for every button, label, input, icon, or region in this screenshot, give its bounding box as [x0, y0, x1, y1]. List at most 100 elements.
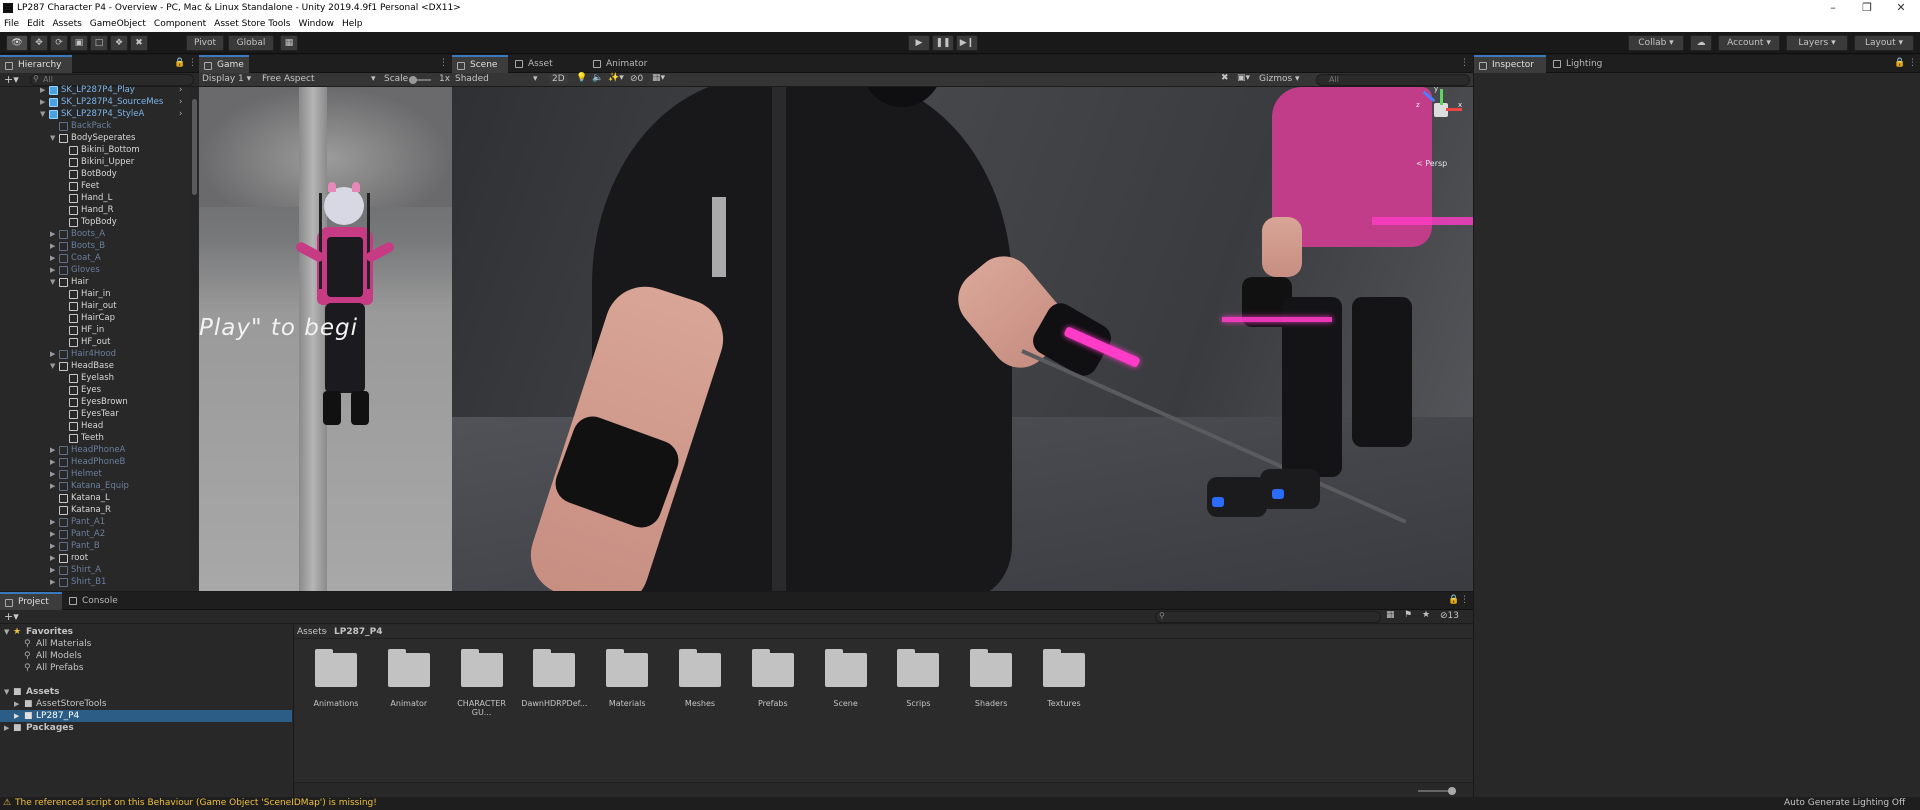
hierarchy-item[interactable]: Bikini_Upper: [0, 156, 190, 168]
hierarchy-scroll-thumb[interactable]: [192, 99, 197, 195]
tab-scene[interactable]: Scene: [452, 55, 508, 73]
menu-asset-store-tools[interactable]: Asset Store Tools: [210, 16, 294, 32]
hierarchy-item[interactable]: HairCap: [0, 312, 190, 324]
shading-dropdown[interactable]: Shaded: [455, 74, 541, 84]
hierarchy-item[interactable]: TopBody: [0, 216, 190, 228]
scale-slider-handle[interactable]: [409, 76, 417, 84]
asset-folder-item[interactable]: Textures: [1029, 647, 1099, 727]
grid-toggle-icon[interactable]: ▦▾: [652, 73, 665, 83]
assets-root[interactable]: ▼ ■ Assets: [0, 686, 292, 698]
tab-inspector[interactable]: Inspector: [1474, 55, 1546, 73]
expand-down-icon[interactable]: ▼: [50, 132, 58, 144]
scene-orientation-gizmo[interactable]: x y z: [1414, 87, 1466, 139]
favorite-item[interactable]: ⚲ All Prefabs: [0, 662, 292, 674]
kebab-menu-icon[interactable]: ⋮: [188, 58, 197, 68]
close-button[interactable]: ✕: [1886, 0, 1916, 16]
expand-right-icon[interactable]: ▶: [40, 84, 48, 96]
maximize-button[interactable]: ❐: [1852, 0, 1882, 16]
hierarchy-item[interactable]: Head: [0, 420, 190, 432]
favorites-header[interactable]: ▼ ★ Favorites: [0, 626, 292, 638]
expand-right-icon[interactable]: ▶: [50, 240, 58, 252]
collab-dropdown[interactable]: Collab ▾: [1628, 35, 1684, 51]
tab-asset-store[interactable]: Asset Store: [510, 55, 584, 87]
asset-folder-item[interactable]: Materials: [592, 647, 662, 727]
hierarchy-scrollbar[interactable]: [191, 87, 198, 589]
chevron-right-icon[interactable]: ›: [179, 108, 182, 120]
minimize-button[interactable]: –: [1818, 0, 1848, 16]
expand-right-icon[interactable]: ▶: [50, 468, 58, 480]
expand-down-icon[interactable]: ▼: [40, 108, 48, 120]
chevron-right-icon[interactable]: ›: [179, 84, 182, 96]
game-viewport[interactable]: Play" to begi: [199, 87, 452, 591]
tab-console[interactable]: Console: [64, 592, 128, 610]
hierarchy-item[interactable]: ▶ Helmet: [0, 468, 190, 480]
create-plus-button[interactable]: +▾: [4, 610, 19, 623]
breadcrumb-current[interactable]: LP287_P4: [334, 625, 382, 639]
menu-window[interactable]: Window: [294, 16, 338, 32]
filter-type-icon[interactable]: ▦: [1386, 610, 1395, 620]
hierarchy-item[interactable]: ▼ SK_LP287P4_StyleA ›: [0, 108, 190, 120]
hierarchy-item[interactable]: Katana_L: [0, 492, 190, 504]
layers-dropdown[interactable]: Layers ▾: [1786, 35, 1848, 51]
rect-tool-button[interactable]: □: [90, 35, 108, 51]
hierarchy-item[interactable]: HF_out: [0, 336, 190, 348]
expand-right-icon[interactable]: ▶: [50, 528, 58, 540]
hierarchy-item[interactable]: Eyelash: [0, 372, 190, 384]
kebab-menu-icon[interactable]: ⋮: [439, 58, 448, 68]
favorite-star-icon[interactable]: ★: [1422, 610, 1430, 620]
breadcrumb-assets[interactable]: Assets: [297, 625, 326, 639]
hidden-objects-toggle[interactable]: ⊘0: [630, 74, 643, 84]
hierarchy-item[interactable]: ▶ Boots_B: [0, 240, 190, 252]
custom-tool-button[interactable]: ✖: [130, 35, 148, 51]
asset-folder-item[interactable]: Scene: [811, 647, 881, 727]
display-dropdown[interactable]: Display 1 ▾: [202, 74, 251, 84]
asset-folder-item[interactable]: Animator: [374, 647, 444, 727]
lock-icon[interactable]: 🔒: [174, 58, 185, 68]
cloud-button[interactable]: ☁: [1690, 35, 1712, 51]
hierarchy-item[interactable]: HF_in: [0, 324, 190, 336]
hierarchy-item[interactable]: Hair_in: [0, 288, 190, 300]
expand-right-icon[interactable]: ▶: [50, 264, 58, 276]
asset-folder-item[interactable]: CHARACTER GU...: [447, 647, 517, 727]
expand-right-icon[interactable]: ▶: [50, 348, 58, 360]
menu-file[interactable]: File: [0, 16, 23, 32]
move-tool-button[interactable]: ✥: [30, 35, 48, 51]
asset-folder-item[interactable]: Meshes: [665, 647, 735, 727]
snap-button[interactable]: ▦: [280, 35, 298, 51]
2d-toggle[interactable]: 2D: [549, 74, 568, 84]
scale-slider[interactable]: [409, 76, 431, 84]
expand-right-icon[interactable]: ▶: [50, 252, 58, 264]
audio-toggle-icon[interactable]: 🔈: [592, 73, 603, 83]
hierarchy-item[interactable]: Hair_out: [0, 300, 190, 312]
hierarchy-item[interactable]: Teeth: [0, 432, 190, 444]
hierarchy-item[interactable]: Hand_L: [0, 192, 190, 204]
hierarchy-item[interactable]: ▶ HeadPhoneA: [0, 444, 190, 456]
hierarchy-item[interactable]: Feet: [0, 180, 190, 192]
expand-right-icon[interactable]: ▶: [50, 552, 58, 564]
effects-toggle-icon[interactable]: ✨▾: [608, 73, 624, 83]
expand-right-icon[interactable]: ▶: [50, 516, 58, 528]
lighting-status-text[interactable]: Auto Generate Lighting Off: [1784, 797, 1905, 810]
account-dropdown[interactable]: Account ▾: [1718, 35, 1780, 51]
layer-visibility-toggle[interactable]: ⊘13: [1440, 611, 1459, 621]
expand-right-icon[interactable]: ▶: [50, 540, 58, 552]
hierarchy-item[interactable]: Bikini_Bottom: [0, 144, 190, 156]
scene-viewport[interactable]: x y z < Persp: [452, 87, 1473, 591]
asset-folder-item[interactable]: Prefabs: [738, 647, 808, 727]
hierarchy-item[interactable]: ▶ Coat_A: [0, 252, 190, 264]
persp-label[interactable]: < Persp: [1416, 159, 1447, 168]
expand-right-icon[interactable]: ▶: [40, 96, 48, 108]
hierarchy-item[interactable]: ▶ SK_LP287P4_Play ›: [0, 84, 190, 96]
icon-size-slider[interactable]: [1418, 787, 1456, 795]
tab-project[interactable]: Project: [0, 592, 62, 610]
icon-size-slider-handle[interactable]: [1448, 787, 1456, 795]
asset-folder-selected[interactable]: ▶ ■ LP287_P4: [0, 710, 292, 722]
menu-gameobject[interactable]: GameObject: [86, 16, 150, 32]
expand-right-icon[interactable]: ▶: [50, 576, 58, 588]
packages-root[interactable]: ▶ ■ Packages: [0, 722, 292, 734]
favorite-item[interactable]: ⚲ All Models: [0, 650, 292, 662]
tools-icon[interactable]: ✖: [1221, 73, 1229, 83]
hierarchy-item[interactable]: ▶ root: [0, 552, 190, 564]
hierarchy-item[interactable]: ▶ Gloves: [0, 264, 190, 276]
asset-folder[interactable]: ▶ ■ AssetStoreTools: [0, 698, 292, 710]
